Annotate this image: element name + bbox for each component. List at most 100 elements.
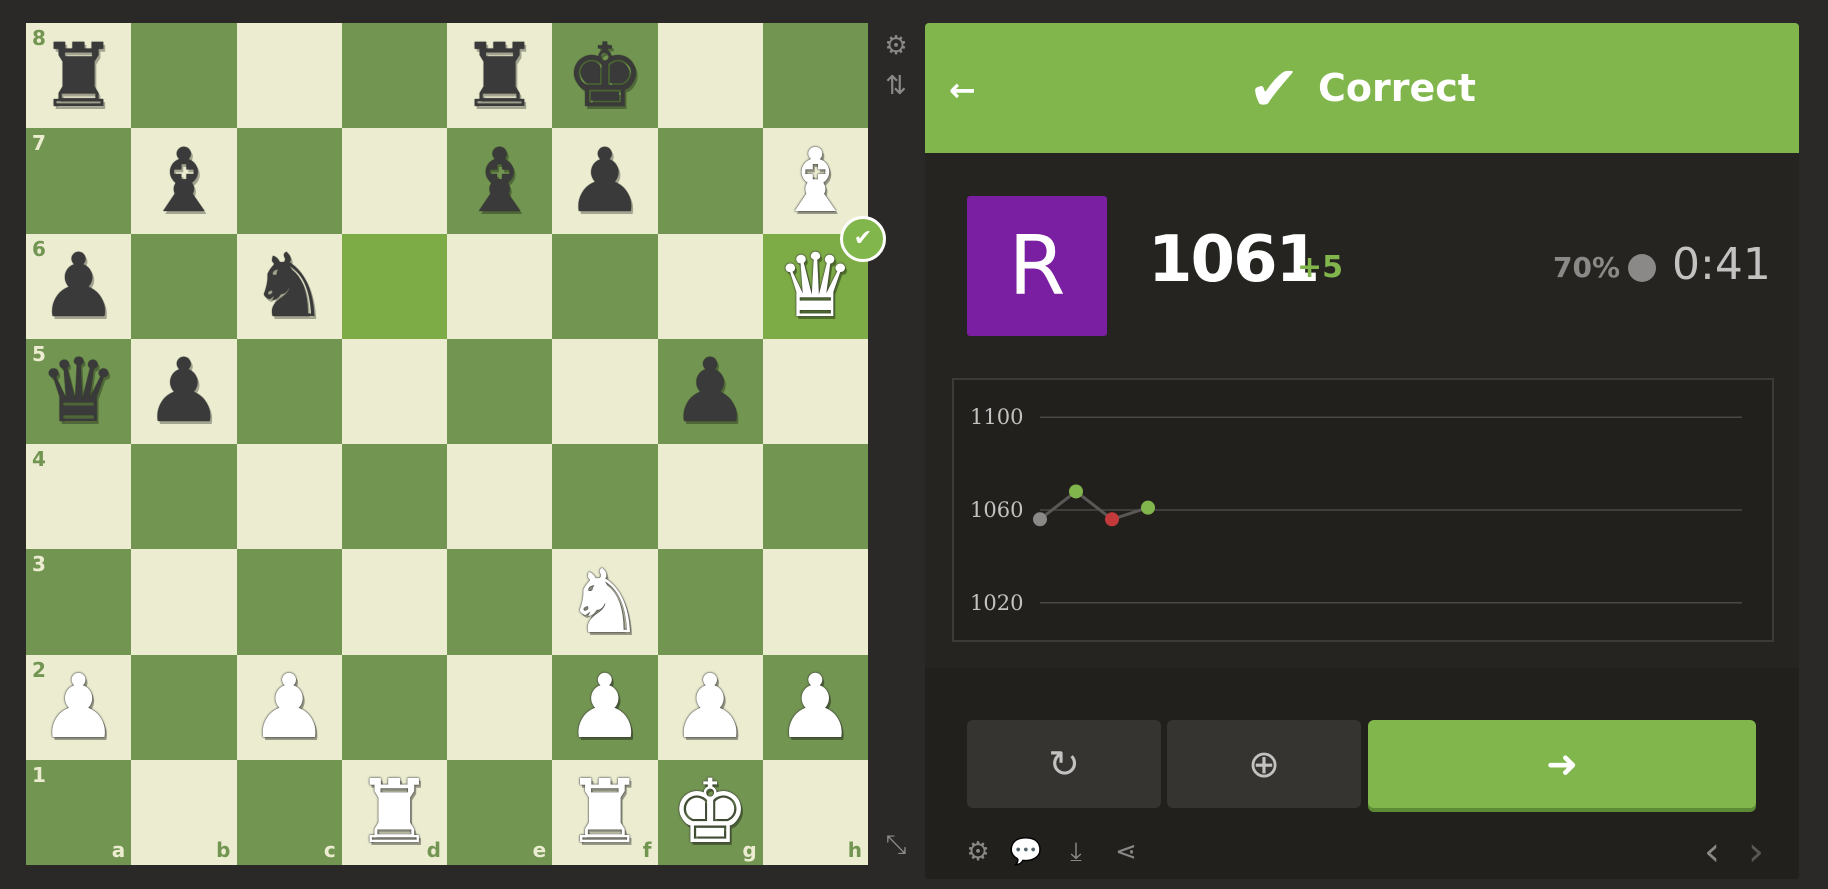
share-icon[interactable]: ⋖ <box>1109 835 1143 869</box>
white-pawn-icon[interactable]: ♟ <box>26 655 131 760</box>
square-a1[interactable]: 1a <box>26 759 132 865</box>
square-g7[interactable] <box>657 128 763 234</box>
square-f8[interactable]: ♚ <box>552 23 658 129</box>
white-pawn-icon[interactable]: ♟ <box>658 655 763 760</box>
square-b8[interactable] <box>131 23 237 129</box>
square-f5[interactable] <box>552 338 658 444</box>
black-knight-icon[interactable]: ♞ <box>237 234 342 339</box>
black-pawn-icon[interactable]: ♟ <box>658 339 763 444</box>
square-e8[interactable]: ♜ <box>447 23 553 129</box>
rating-point[interactable] <box>1069 484 1083 499</box>
square-f6[interactable] <box>552 233 658 339</box>
square-h2[interactable]: ♟ <box>762 654 868 760</box>
square-b7[interactable]: ♝ <box>131 128 237 234</box>
square-h4[interactable] <box>762 444 868 550</box>
white-rook-icon[interactable]: ♜ <box>342 760 447 865</box>
square-d4[interactable] <box>341 444 447 550</box>
chat-icon[interactable]: 💬 <box>1009 835 1043 869</box>
square-e5[interactable] <box>447 338 553 444</box>
rating-point[interactable] <box>1141 500 1155 515</box>
square-f3[interactable]: ♞ <box>552 549 658 655</box>
square-b2[interactable] <box>131 654 237 760</box>
settings-icon[interactable]: ⚙ <box>961 835 995 869</box>
square-c8[interactable] <box>236 23 342 129</box>
square-c4[interactable] <box>236 444 342 550</box>
black-rook-icon[interactable]: ♜ <box>26 23 131 128</box>
square-b5[interactable]: ♟ <box>131 338 237 444</box>
black-king-icon[interactable]: ♚ <box>552 23 657 128</box>
white-knight-icon[interactable]: ♞ <box>552 549 657 654</box>
black-pawn-icon[interactable]: ♟ <box>26 234 131 339</box>
black-pawn-icon[interactable]: ♟ <box>131 339 236 444</box>
square-g6[interactable] <box>657 233 763 339</box>
square-e3[interactable] <box>447 549 553 655</box>
square-d8[interactable] <box>341 23 447 129</box>
square-f2[interactable]: ♟ <box>552 654 658 760</box>
square-d1[interactable]: d ♜ <box>341 759 447 865</box>
square-g3[interactable] <box>657 549 763 655</box>
square-h6[interactable]: ♛ ✔ <box>762 215 886 339</box>
square-a2[interactable]: 2 ♟ <box>26 654 132 760</box>
square-b6[interactable] <box>131 233 237 339</box>
square-a7[interactable]: 7 <box>26 128 132 234</box>
retry-button[interactable]: ↻ <box>967 720 1161 808</box>
square-a5[interactable]: 5 ♛ <box>26 338 132 444</box>
black-bishop-icon[interactable]: ♝ <box>131 128 236 233</box>
square-a6[interactable]: 6 ♟ <box>26 233 132 339</box>
black-bishop-icon[interactable]: ♝ <box>447 128 552 233</box>
square-e7[interactable]: ♝ <box>447 128 553 234</box>
square-h8[interactable] <box>762 23 868 129</box>
avatar[interactable]: R <box>967 196 1107 336</box>
square-d7[interactable] <box>341 128 447 234</box>
square-h3[interactable] <box>762 549 868 655</box>
square-g2[interactable]: ♟ <box>657 654 763 760</box>
square-c3[interactable] <box>236 549 342 655</box>
settings-icon[interactable]: ⚙ <box>876 26 916 66</box>
rating-point[interactable] <box>1033 512 1047 527</box>
square-d2[interactable] <box>341 654 447 760</box>
rating-point[interactable] <box>1105 512 1119 527</box>
square-b4[interactable] <box>131 444 237 550</box>
black-pawn-icon[interactable]: ♟ <box>552 128 657 233</box>
white-rook-icon[interactable]: ♜ <box>552 760 657 865</box>
square-e2[interactable] <box>447 654 553 760</box>
white-pawn-icon[interactable]: ♟ <box>237 655 342 760</box>
next-puzzle-button[interactable]: ➜ <box>1368 720 1756 808</box>
square-h1[interactable]: h <box>762 759 868 865</box>
previous-icon[interactable]: ‹ <box>1695 829 1729 875</box>
download-icon[interactable]: ⤓ <box>1059 835 1093 869</box>
square-a4[interactable]: 4 <box>26 444 132 550</box>
white-pawn-icon[interactable]: ♟ <box>763 655 868 760</box>
square-g8[interactable] <box>657 23 763 129</box>
square-c1[interactable]: c <box>236 759 342 865</box>
back-arrow-icon[interactable]: ← <box>949 71 976 109</box>
square-c6[interactable]: ♞ <box>236 233 342 339</box>
square-f7[interactable]: ♟ <box>552 128 658 234</box>
square-c7[interactable] <box>236 128 342 234</box>
square-h5[interactable] <box>762 338 868 444</box>
square-b1[interactable]: b <box>131 759 237 865</box>
white-pawn-icon[interactable]: ♟ <box>552 655 657 760</box>
black-rook-icon[interactable]: ♜ <box>447 23 552 128</box>
square-c2[interactable]: ♟ <box>236 654 342 760</box>
chess-board[interactable]: 8 ♜ ♜ ♚ 7 ♝ ♝ ♟ ♝ 6 ♟ ♞ ♛ ✔ 5 ♛ ♟ ♟ 4 3 ♞ 2 ♟ ♟ ♟ ♟ ♟ 1 a b c d ♜ e f ♜ g ♚ h <box>26 23 886 865</box>
square-g1[interactable]: g ♚ <box>657 759 763 865</box>
expand-icon[interactable]: ⤡ <box>876 825 916 865</box>
square-e6[interactable] <box>447 233 553 339</box>
square-g4[interactable] <box>657 444 763 550</box>
square-e4[interactable] <box>447 444 553 550</box>
square-f1[interactable]: f ♜ <box>552 759 658 865</box>
analysis-button[interactable]: ⊕ <box>1167 720 1361 808</box>
next-icon[interactable]: › <box>1739 829 1773 875</box>
square-g5[interactable]: ♟ <box>657 338 763 444</box>
square-a8[interactable]: 8 ♜ <box>26 23 132 129</box>
square-b3[interactable] <box>131 549 237 655</box>
square-e1[interactable]: e <box>447 759 553 865</box>
black-queen-icon[interactable]: ♛ <box>26 339 131 444</box>
flip-board-icon[interactable]: ⇅ <box>876 66 916 106</box>
square-f4[interactable] <box>552 444 658 550</box>
square-d6[interactable] <box>341 233 447 339</box>
square-c5[interactable] <box>236 338 342 444</box>
square-d3[interactable] <box>341 549 447 655</box>
square-a3[interactable]: 3 <box>26 549 132 655</box>
